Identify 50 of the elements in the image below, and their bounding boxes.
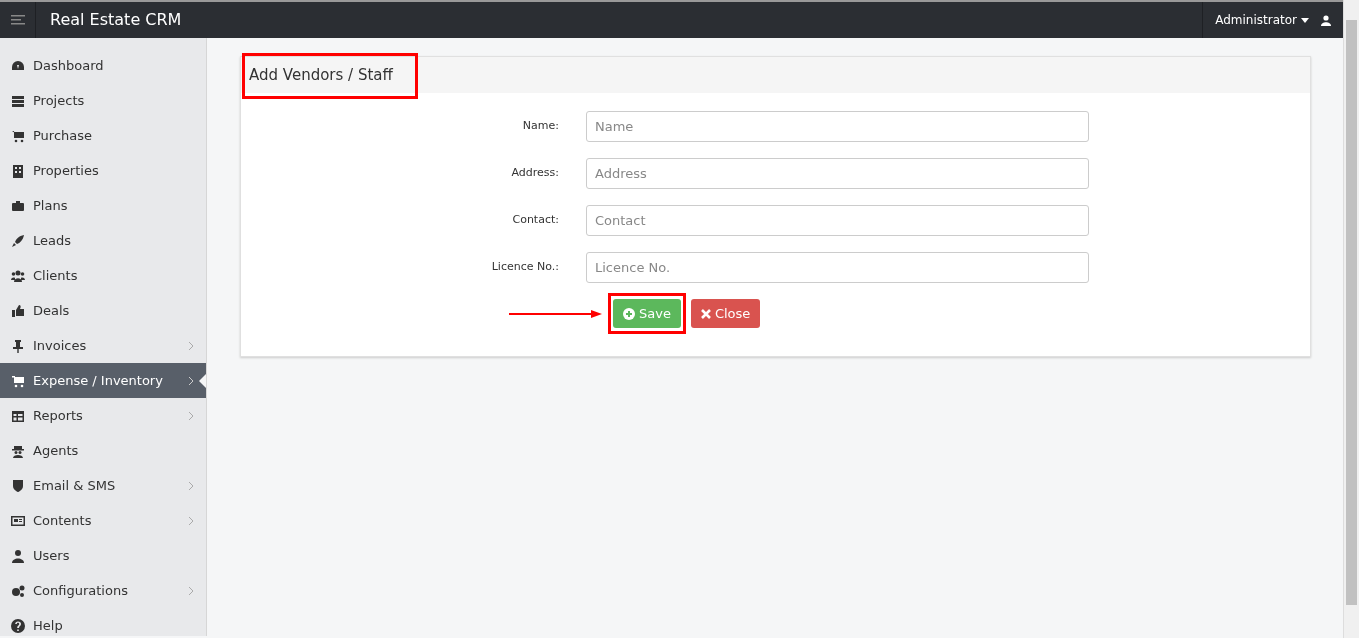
sidebar-item[interactable]: Purchase bbox=[0, 118, 206, 153]
scrollbar[interactable] bbox=[1343, 0, 1359, 638]
plus-circle-icon bbox=[623, 307, 635, 320]
field-label: Name: bbox=[521, 118, 560, 135]
sidebar-item[interactable]: Reports bbox=[0, 398, 206, 433]
menu-icon[interactable] bbox=[10, 15, 25, 25]
spy-icon bbox=[11, 443, 25, 458]
field-label: Licence No.: bbox=[490, 259, 560, 276]
server-icon bbox=[11, 93, 25, 108]
user-icon bbox=[1321, 14, 1331, 26]
table-icon bbox=[11, 408, 25, 423]
sidebar-item[interactable]: Plans bbox=[0, 188, 206, 223]
text-field[interactable]: Name bbox=[586, 111, 1089, 142]
sidebar-item[interactable]: Configurations bbox=[0, 573, 206, 608]
sidebar-item[interactable]: Expense / Inventory bbox=[0, 363, 206, 398]
sidebar-item[interactable]: Deals bbox=[0, 293, 206, 328]
sidebar-item[interactable]: Email & SMS bbox=[0, 468, 206, 503]
cart-icon bbox=[11, 373, 25, 388]
field-label: Contact: bbox=[511, 212, 560, 229]
user-icon bbox=[11, 548, 25, 563]
briefcase-icon bbox=[11, 198, 25, 213]
text-field[interactable]: Address bbox=[586, 158, 1089, 189]
sidebar-item[interactable]: Clients bbox=[0, 258, 206, 293]
sidebar-item[interactable]: Leads bbox=[0, 223, 206, 258]
building-icon bbox=[11, 163, 25, 178]
text-field[interactable]: Licence No. bbox=[586, 252, 1089, 283]
sidebar-item[interactable]: Invoices bbox=[0, 328, 206, 363]
close-icon bbox=[700, 308, 711, 319]
cart-icon bbox=[11, 128, 25, 143]
app-title: Real Estate CRM bbox=[49, 9, 182, 31]
sidebar-item[interactable]: Dashboard bbox=[0, 48, 206, 83]
thumbs-up-icon bbox=[11, 303, 25, 318]
close-button[interactable]: Close bbox=[690, 299, 761, 328]
sidebar-item[interactable]: Help bbox=[0, 608, 206, 638]
selection-notch bbox=[199, 374, 206, 388]
question-icon bbox=[11, 618, 25, 633]
text-field[interactable]: Contact bbox=[586, 205, 1089, 236]
field-label: Address: bbox=[510, 165, 560, 182]
sidebar-item[interactable]: Users bbox=[0, 538, 206, 573]
pin-icon bbox=[11, 338, 25, 353]
newspaper-icon bbox=[11, 513, 25, 528]
sidebar-item[interactable]: Agents bbox=[0, 433, 206, 468]
users-icon bbox=[11, 268, 25, 283]
caret-icon bbox=[1301, 17, 1309, 23]
sidebar-item[interactable]: Projects bbox=[0, 83, 206, 118]
gauge-icon bbox=[11, 58, 25, 73]
panel-title: Add Vendors / Staff bbox=[249, 64, 393, 86]
shield-icon bbox=[11, 478, 25, 493]
sidebar-item[interactable]: Properties bbox=[0, 153, 206, 188]
sidebar-item[interactable]: Contents bbox=[0, 503, 206, 538]
